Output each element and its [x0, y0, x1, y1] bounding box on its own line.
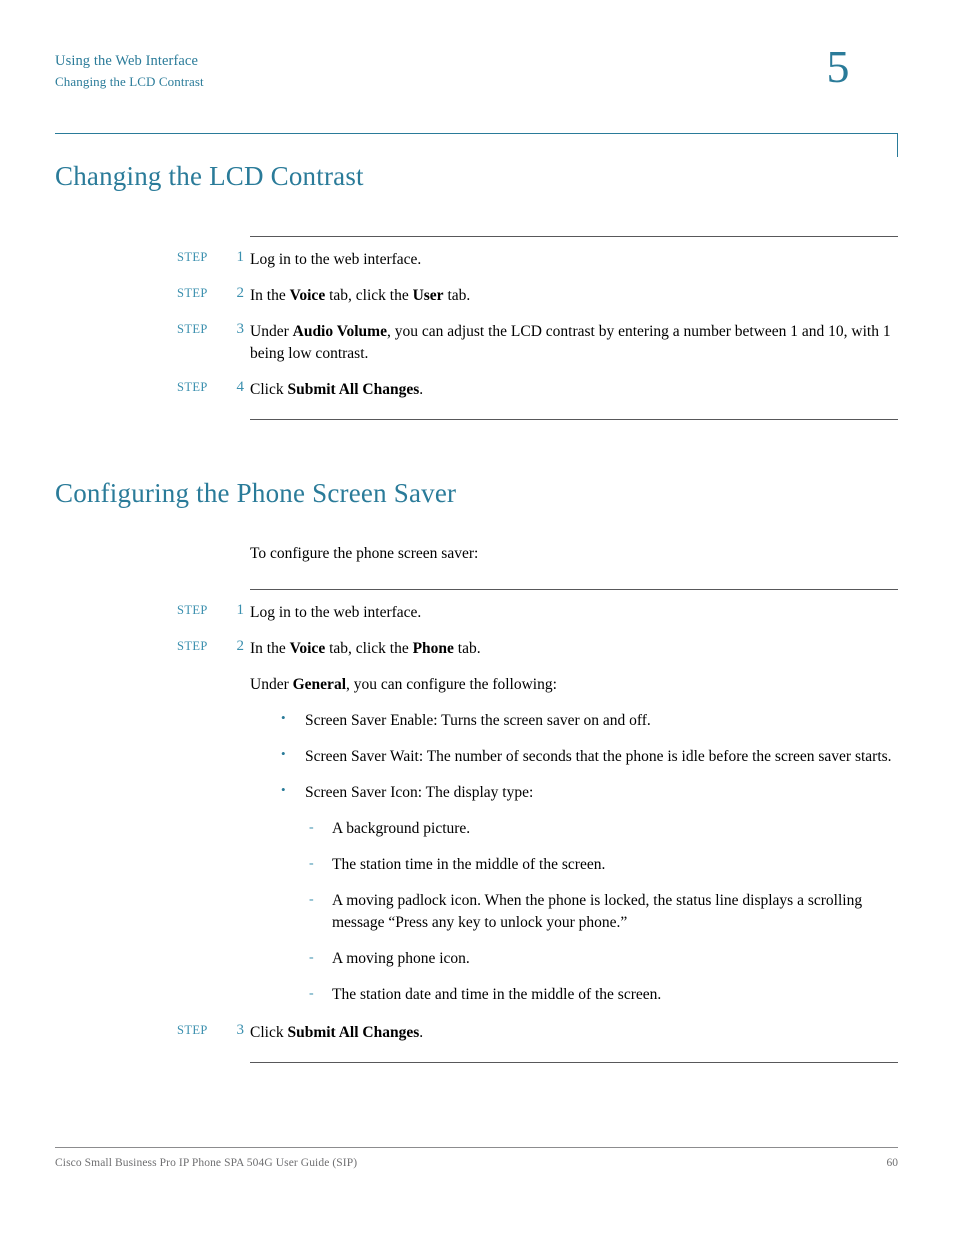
steps-block-screen-saver: STEP 1 Log in to the web interface. STEP 2 In… [177, 589, 898, 1063]
list-item: The station time in the middle of the sc… [306, 854, 898, 876]
body-text: In the [250, 287, 290, 304]
step-body-text: Log in to the web interface. [250, 249, 898, 271]
list-item: The station date and time in the middle … [306, 984, 898, 1006]
horizontal-rule [250, 419, 898, 420]
step-label: STEP [177, 286, 208, 300]
horizontal-rule [250, 236, 898, 237]
document-page: Using the Web Interface Changing the LCD… [0, 0, 954, 1235]
footer-rule [55, 1147, 898, 1148]
step-number: 4 [236, 379, 245, 395]
body-text: Log in to the web interface. [250, 251, 422, 268]
body-text: . [419, 1024, 424, 1041]
list-item: A moving phone icon. [306, 948, 898, 970]
list-item: A moving padlock icon. When the phone is… [306, 890, 898, 934]
step-number: 3 [236, 321, 245, 337]
footer-page-number: 60 [886, 1157, 899, 1169]
under-general-text: Under General, you can configure the fol… [250, 674, 898, 696]
body-text: , you can configure the following: [346, 676, 557, 693]
steps-block-lcd-contrast: STEP 1 Log in to the web interface. STEP 2 In… [177, 236, 898, 420]
body-text: Under [250, 323, 293, 340]
step-row: STEP 1 Log in to the web interface. [177, 249, 898, 271]
running-header: Using the Web Interface Changing the LCD… [55, 50, 655, 93]
step-number: 2 [236, 638, 245, 654]
emphasis-text: Phone [412, 640, 454, 657]
step-label: STEP [177, 639, 208, 653]
step-body-text: Log in to the web interface. [250, 602, 898, 624]
chapter-number: 5 [826, 41, 850, 92]
step-body-text: Under Audio Volume, you can adjust the L… [250, 321, 898, 365]
screen-saver-options-list: Screen Saver Enable: Turns the screen sa… [279, 709, 898, 804]
step-row: STEP 1 Log in to the web interface. [177, 602, 898, 624]
screen-saver-icon-types-list: A background picture. The station time in… [306, 818, 898, 1006]
step-body-text: In the Voice tab, click the User tab. [250, 285, 898, 307]
list-item: Screen Saver Icon: The display type: [279, 781, 898, 804]
step-row: STEP 3 Under Audio Volume, you can adjust … [177, 321, 898, 365]
body-text: tab. [443, 287, 471, 304]
step-label: STEP [177, 603, 208, 617]
body-text: Click [250, 381, 288, 398]
emphasis-text: Voice [289, 640, 326, 657]
step-body-text: In the Voice tab, click the Phone tab. [250, 638, 898, 660]
step-number: 2 [236, 285, 245, 301]
header-rule-box-right [897, 133, 898, 157]
step-number: 3 [236, 1022, 245, 1038]
emphasis-text: General [292, 676, 346, 693]
emphasis-text: Submit All Changes [287, 381, 420, 398]
header-rule-box-top [823, 133, 898, 134]
horizontal-rule [250, 1062, 898, 1063]
body-text: . [419, 381, 424, 398]
horizontal-rule [250, 589, 898, 590]
step-row: STEP 3 Click Submit All Changes. [177, 1022, 898, 1044]
step-label: STEP [177, 250, 208, 264]
step-row: STEP 4 Click Submit All Changes. [177, 379, 898, 401]
step-number: 1 [236, 602, 245, 618]
step-row: STEP 2 In the Voice tab, click the User ta… [177, 285, 898, 307]
list-item: A background picture. [306, 818, 898, 840]
list-item: Screen Saver Enable: Turns the screen sa… [279, 709, 898, 732]
emphasis-text: Voice [289, 287, 326, 304]
header-rule [55, 133, 898, 134]
emphasis-text: Audio Volume [292, 323, 387, 340]
step-row: STEP 2 In the Voice tab, click the Phone t… [177, 638, 898, 660]
body-text: Click [250, 1024, 288, 1041]
body-text: Log in to the web interface. [250, 604, 422, 621]
emphasis-text: Submit All Changes [287, 1024, 420, 1041]
step-label: STEP [177, 1023, 208, 1037]
step-label: STEP [177, 380, 208, 394]
body-text: Under [250, 676, 293, 693]
body-text: In the [250, 640, 290, 657]
running-header-section-title: Changing the LCD Contrast [55, 74, 204, 90]
section-title-screen-saver: Configuring the Phone Screen Saver [55, 478, 457, 508]
step-body-text: Click Submit All Changes. [250, 379, 898, 401]
body-text: tab, click the [325, 640, 413, 657]
step-number: 1 [236, 249, 245, 265]
screen-saver-intro-text: To configure the phone screen saver: [250, 545, 479, 562]
list-item: Screen Saver Wait: The number of seconds… [279, 745, 898, 768]
body-text: tab. [453, 640, 481, 657]
running-header-chapter-title: Using the Web Interface [55, 53, 198, 69]
section-title-lcd-contrast: Changing the LCD Contrast [55, 161, 364, 191]
emphasis-text: User [412, 287, 444, 304]
body-text: tab, click the [325, 287, 413, 304]
step-label: STEP [177, 322, 208, 336]
step-body-text: Click Submit All Changes. [250, 1022, 898, 1044]
